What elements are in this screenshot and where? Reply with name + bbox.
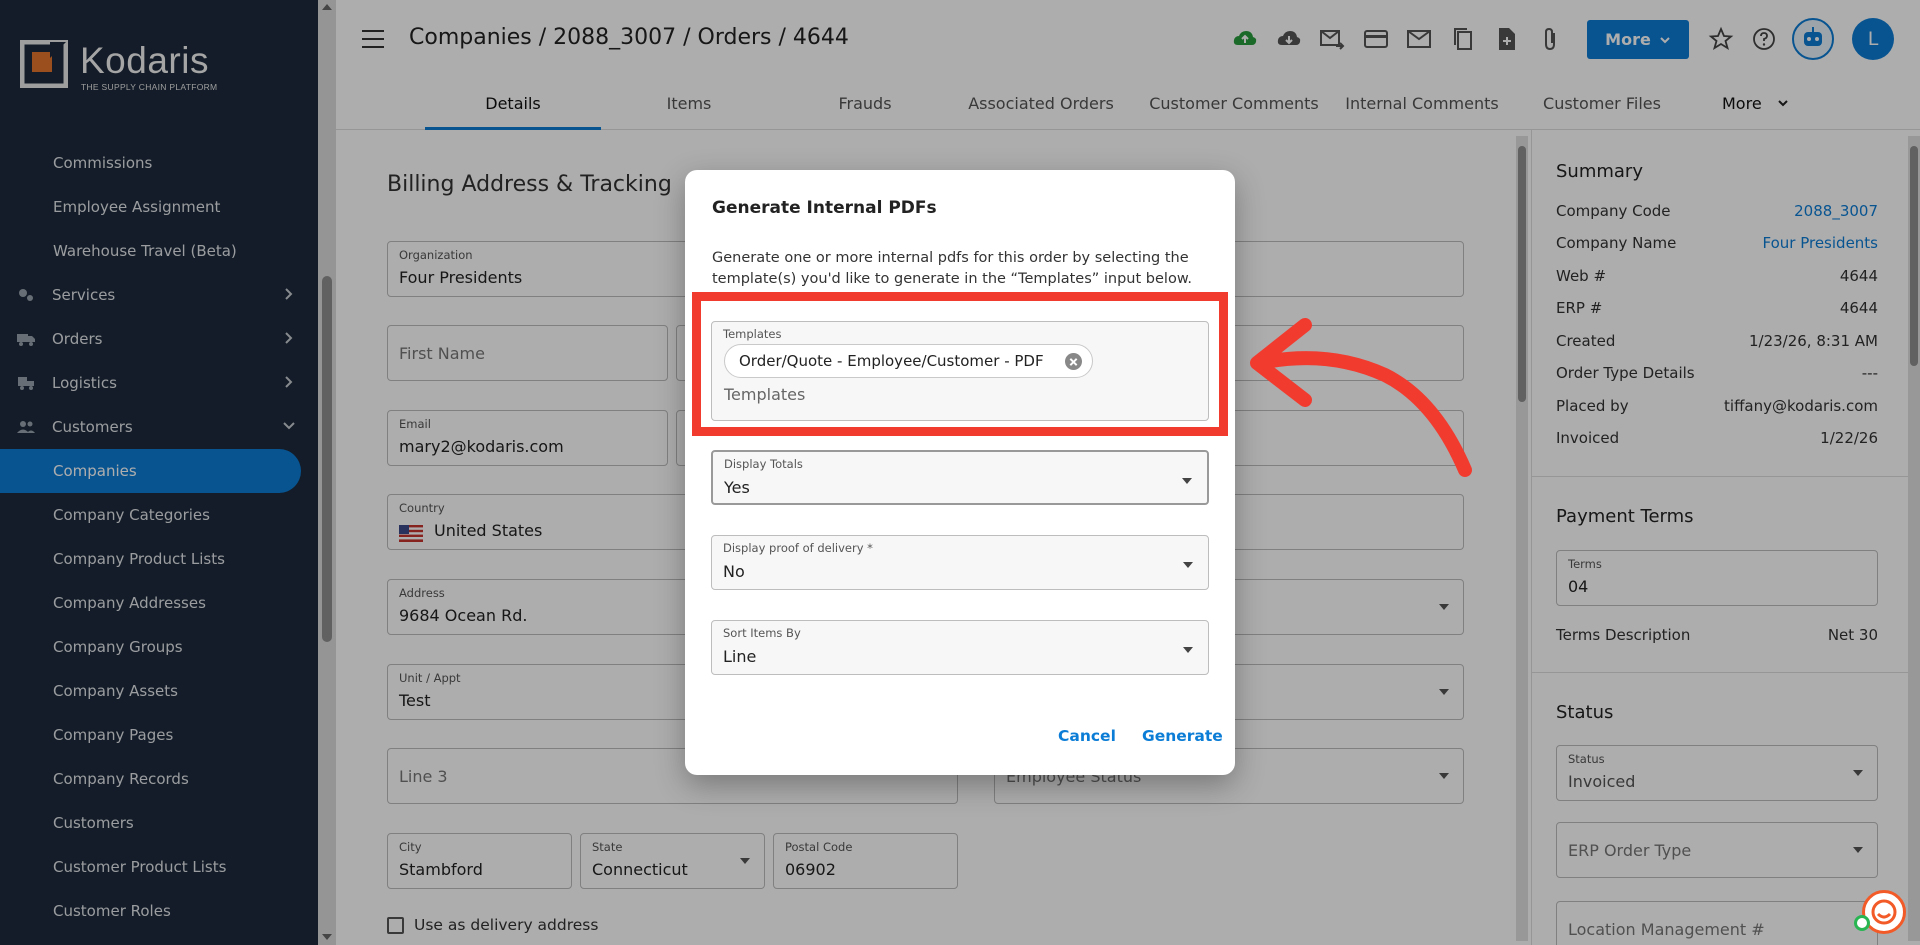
dropdown-arrow-icon	[1183, 562, 1193, 568]
dropdown-arrow-icon	[1182, 478, 1192, 484]
dialog-description: Generate one or more internal pdfs for t…	[712, 250, 1192, 287]
sort-items-select[interactable]: Sort Items By Line	[711, 620, 1209, 675]
annotation-highlight-box	[692, 292, 1228, 436]
online-status-dot	[1854, 915, 1870, 931]
display-totals-select[interactable]: Display Totals Yes	[711, 450, 1209, 505]
cancel-button[interactable]: Cancel	[1058, 727, 1116, 745]
proof-of-delivery-select[interactable]: Display proof of delivery * No	[711, 535, 1209, 590]
chat-bubble-icon	[1871, 899, 1897, 925]
annotation-arrow-icon	[1250, 318, 1472, 477]
dropdown-arrow-icon	[1183, 647, 1193, 653]
generate-button[interactable]: Generate	[1142, 727, 1223, 745]
generate-pdfs-dialog: Generate Internal PDFs Generate one or m…	[685, 170, 1235, 775]
dialog-title: Generate Internal PDFs	[712, 198, 937, 218]
